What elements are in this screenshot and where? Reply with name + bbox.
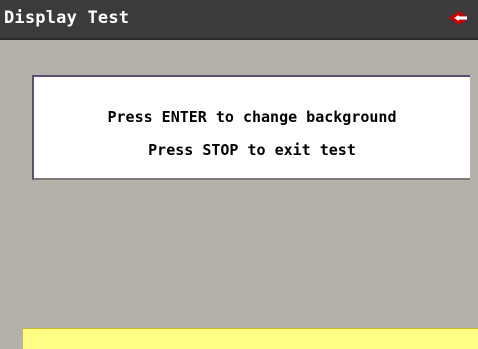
window-title: Display Test [4,8,130,28]
instruction-enter-text: Press ENTER to change background [107,108,397,126]
status-bar [22,328,478,349]
title-bar: Display Test [0,0,478,38]
title-bar-divider [0,38,478,40]
brand-logo-icon [448,11,468,25]
instruction-panel: Press ENTER to change background Press S… [32,75,470,180]
display-test-screen: Display Test Press ENTER to change backg… [0,0,478,349]
instruction-stop-text: Press STOP to exit test [148,141,356,159]
